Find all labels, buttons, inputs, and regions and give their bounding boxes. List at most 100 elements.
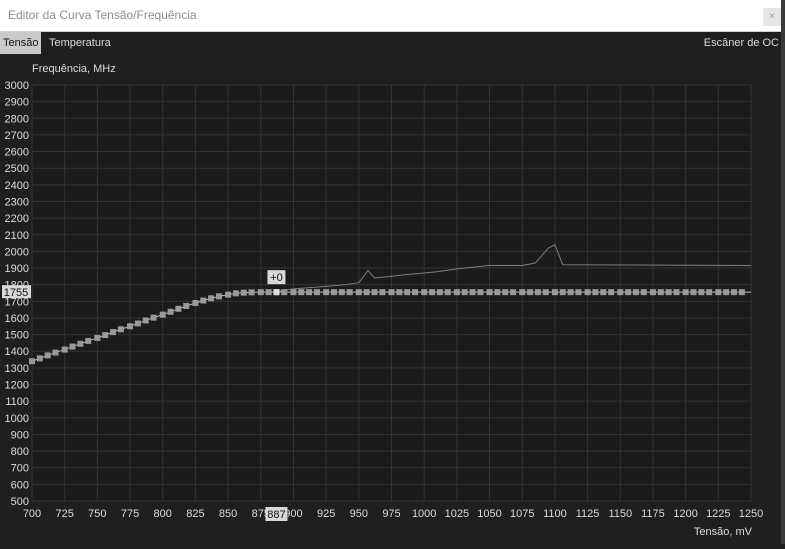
x-tick-label: 975 [382, 508, 400, 520]
curve-point [584, 289, 591, 296]
curve-point [257, 289, 264, 296]
curve-point [61, 346, 68, 353]
curve-point [673, 289, 680, 296]
window-title: Editor da Curva Tensão/Frequência [8, 8, 197, 22]
curve-point [225, 291, 232, 298]
y-tick-label: 2300 [5, 196, 29, 208]
curve-point [632, 289, 639, 296]
selected-curve-point [273, 289, 280, 296]
y-tick-label: 2500 [5, 163, 29, 175]
curve-point [592, 289, 599, 296]
y-tick-label: 900 [11, 429, 29, 441]
curve-point [85, 337, 92, 344]
curve-point [551, 289, 558, 296]
curve-point [232, 290, 239, 297]
tab-temperature[interactable]: Temperatura [46, 32, 114, 54]
x-tick-label: 1100 [543, 508, 567, 520]
x-axis-label: Tensão, mV [694, 526, 753, 538]
curve-point [657, 289, 664, 296]
curve-point [281, 289, 288, 296]
curve-point [477, 289, 484, 296]
curve-editor-window: Editor da Curva Tensão/Frequência × Tens… [0, 0, 785, 544]
x-tick-label: 1200 [673, 508, 697, 520]
y-tick-label: 1200 [5, 380, 29, 392]
curve-point [117, 326, 124, 333]
curve-point [567, 289, 574, 296]
curve-point [200, 297, 207, 304]
curve-point [29, 358, 35, 365]
curve-point [215, 293, 222, 300]
y-tick-label: 600 [11, 479, 29, 491]
y-tick-label: 1300 [5, 363, 29, 375]
curve-point [690, 289, 697, 296]
x-tick-label: 1225 [706, 508, 730, 520]
curve-point [355, 289, 362, 296]
x-tick-label: 775 [121, 508, 139, 520]
curve-point [323, 289, 330, 296]
curve-point [625, 289, 632, 296]
curve-point [453, 289, 460, 296]
x-tick-label: 925 [317, 508, 335, 520]
x-tick-label: 1000 [412, 508, 436, 520]
curve-point [731, 289, 738, 296]
x-tick-label: 750 [88, 508, 106, 520]
curve-point [313, 289, 320, 296]
curve-point [542, 289, 549, 296]
y-axis-label: Frequência, MHz [32, 63, 116, 75]
y-tick-label: 2100 [5, 230, 29, 242]
y-tick-label: 2200 [5, 213, 29, 225]
y-tick-label: 700 [11, 463, 29, 475]
curve-point [396, 289, 403, 296]
curve-point [682, 289, 689, 296]
oc-scanner-button[interactable]: Escâner de OC [701, 32, 782, 54]
y-tick-label: 2400 [5, 180, 29, 192]
curve-point [379, 289, 386, 296]
close-icon[interactable]: × [763, 8, 781, 26]
curve-point [77, 340, 84, 347]
y-tick-label: 1000 [5, 413, 29, 425]
x-tick-label: 1175 [641, 508, 665, 520]
curve-point [649, 289, 656, 296]
curve-chart-area[interactable]: 700 725 750 775 800 825 850 875 900 925 950 975 1000… [0, 54, 785, 544]
x-tick-label: 1050 [477, 508, 501, 520]
curve-point [461, 289, 468, 296]
curve-point [142, 317, 149, 324]
x-tick-label: 725 [56, 508, 74, 520]
curve-point [494, 289, 501, 296]
curve-point [290, 289, 297, 296]
curve-point [240, 289, 247, 296]
y-tick-label: 1600 [5, 313, 29, 325]
selected-frequency-value: 1755 [4, 287, 28, 299]
y-tick-label: 2800 [5, 113, 29, 125]
voltage-frequency-chart[interactable]: 700 725 750 775 800 825 850 875 900 925 950 975 1000… [0, 54, 785, 544]
y-tick-label: 1500 [5, 330, 29, 342]
curve-point [363, 289, 370, 296]
curve-point [159, 311, 166, 318]
x-tick-label: 1250 [739, 508, 763, 520]
curve-point [617, 289, 624, 296]
curve-point [248, 289, 255, 296]
y-tick-label: 2700 [5, 130, 29, 142]
curve-point [412, 289, 419, 296]
curve-point [388, 289, 395, 296]
y-tick-label: 1900 [5, 263, 29, 275]
curve-point [429, 289, 436, 296]
window-edge [781, 0, 785, 544]
curve-point [69, 343, 76, 350]
tab-voltage[interactable]: Tensão [0, 32, 42, 54]
x-tick-label: 1075 [510, 508, 534, 520]
curve-point [723, 289, 730, 296]
curve-point [575, 289, 582, 296]
title-bar[interactable]: Editor da Curva Tensão/Frequência × [0, 0, 785, 32]
curve-point [127, 323, 134, 330]
x-tick-label: 850 [219, 508, 237, 520]
curve-point [600, 289, 607, 296]
curve-point [330, 289, 337, 296]
curve-point [134, 320, 141, 327]
curve-point [371, 289, 378, 296]
curve-point [534, 289, 541, 296]
curve-point [421, 289, 428, 296]
curve-point [36, 355, 43, 362]
curve-point [306, 289, 313, 296]
y-tick-label: 3000 [5, 80, 29, 92]
